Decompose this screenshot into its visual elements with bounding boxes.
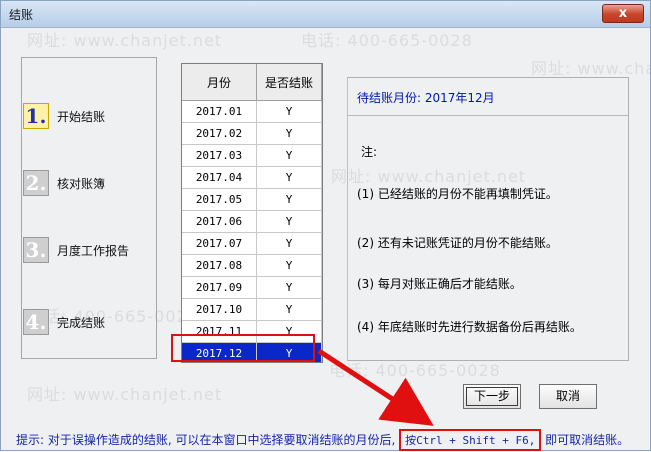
watermark-phone: 电话: 400-665-0028 xyxy=(301,31,473,50)
column-header-closed: 是否结账 xyxy=(256,64,322,101)
month-cell: 2017.03 xyxy=(182,144,257,167)
note-item: (1) 已经结账的月份不能再填制凭证。 xyxy=(357,187,558,201)
month-cell: 2017.07 xyxy=(182,232,257,255)
column-header-month: 月份 xyxy=(182,64,257,101)
step-number-badge: 1. xyxy=(23,103,49,129)
step-finish-closing: 4. 完成结账 xyxy=(23,309,153,335)
closed-cell: Y xyxy=(256,276,322,299)
month-cell: 2017.09 xyxy=(182,276,257,299)
close-icon: x xyxy=(618,6,628,21)
table-row[interactable]: 2017.06 Y xyxy=(182,210,322,233)
step-label: 月度工作报告 xyxy=(57,244,130,258)
title-bar: 结账 x xyxy=(1,1,650,28)
divider xyxy=(347,115,629,116)
month-cell: 2017.01 xyxy=(182,100,257,123)
step-number-badge: 3. xyxy=(23,237,49,263)
hint-prefix: 提示: 对于误操作造成的结账, 可以在本窗口中选择要取消结账的月份后, xyxy=(16,433,400,447)
table-row[interactable]: 2017.03 Y xyxy=(182,144,322,167)
window-title: 结账 xyxy=(9,8,34,22)
table-row[interactable]: 2017.08 Y xyxy=(182,254,322,277)
hint-text: 提示: 对于误操作造成的结账, 可以在本窗口中选择要取消结账的月份后, 按Ctr… xyxy=(16,429,629,451)
step-start-closing: 1. 开始结账 xyxy=(23,103,153,129)
note-item: (4) 年底结账时先进行数据备份后再结账。 xyxy=(357,320,582,334)
step-number-badge: 2. xyxy=(23,170,49,196)
step-monthly-report: 3. 月度工作报告 xyxy=(23,237,153,263)
step-label: 开始结账 xyxy=(57,110,106,124)
pending-month-label: 待结账月份: 2017年12月 xyxy=(357,91,495,105)
closed-cell: Y xyxy=(256,100,322,123)
closed-cell: Y xyxy=(256,166,322,189)
note-item: (2) 还有未记账凭证的月份不能结账。 xyxy=(357,236,558,250)
shortcut-key-highlight: 按Ctrl + Shift + F6, xyxy=(399,429,542,451)
table-row[interactable]: 2017.07 Y xyxy=(182,232,322,255)
table-row[interactable]: 2017.02 Y xyxy=(182,122,322,145)
closed-cell: Y xyxy=(256,188,322,211)
step-label: 核对账簿 xyxy=(57,177,106,191)
month-table: 月份 是否结账 2017.01 Y 2017.02 Y 2017.03 Y 2017.… xyxy=(181,63,323,363)
note-title: 注: xyxy=(361,145,378,159)
table-row[interactable]: 2017.01 Y xyxy=(182,100,322,123)
closed-cell: Y xyxy=(256,232,322,255)
table-row[interactable]: 2017.10 Y xyxy=(182,298,322,321)
table-row[interactable]: 2017.05 Y xyxy=(182,188,322,211)
table-row[interactable]: 2017.09 Y xyxy=(182,276,322,299)
month-cell: 2017.10 xyxy=(182,298,257,321)
step-number-badge: 4. xyxy=(23,309,49,335)
selected-row-highlight xyxy=(171,334,315,362)
watermark-site: 网址: www.chanjet.net xyxy=(531,59,651,78)
month-cell: 2017.05 xyxy=(182,188,257,211)
closed-cell: Y xyxy=(256,122,322,145)
watermark-site: 网址: www.chanjet.net xyxy=(27,385,223,404)
closed-cell: Y xyxy=(256,210,322,233)
step-label: 完成结账 xyxy=(57,316,106,330)
close-button[interactable]: x xyxy=(602,4,644,23)
month-cell: 2017.02 xyxy=(182,122,257,145)
watermark-site: 网址: www.chanjet.net xyxy=(27,31,223,50)
month-cell: 2017.06 xyxy=(182,210,257,233)
month-cell: 2017.04 xyxy=(182,166,257,189)
step-check-ledger: 2. 核对账簿 xyxy=(23,170,153,196)
next-step-button[interactable]: 下一步 xyxy=(463,384,521,409)
closed-cell: Y xyxy=(256,298,322,321)
table-row[interactable]: 2017.04 Y xyxy=(182,166,322,189)
close-period-dialog: 结账 x 网址: www.chanjet.net 电话: 400-665-002… xyxy=(0,0,651,451)
closed-cell: Y xyxy=(256,254,322,277)
closed-cell: Y xyxy=(256,144,322,167)
cancel-button[interactable]: 取消 xyxy=(539,384,597,409)
note-item: (3) 每月对账正确后才能结账。 xyxy=(357,277,522,291)
hint-suffix: 即可取消结账。 xyxy=(541,433,630,447)
month-cell: 2017.08 xyxy=(182,254,257,277)
